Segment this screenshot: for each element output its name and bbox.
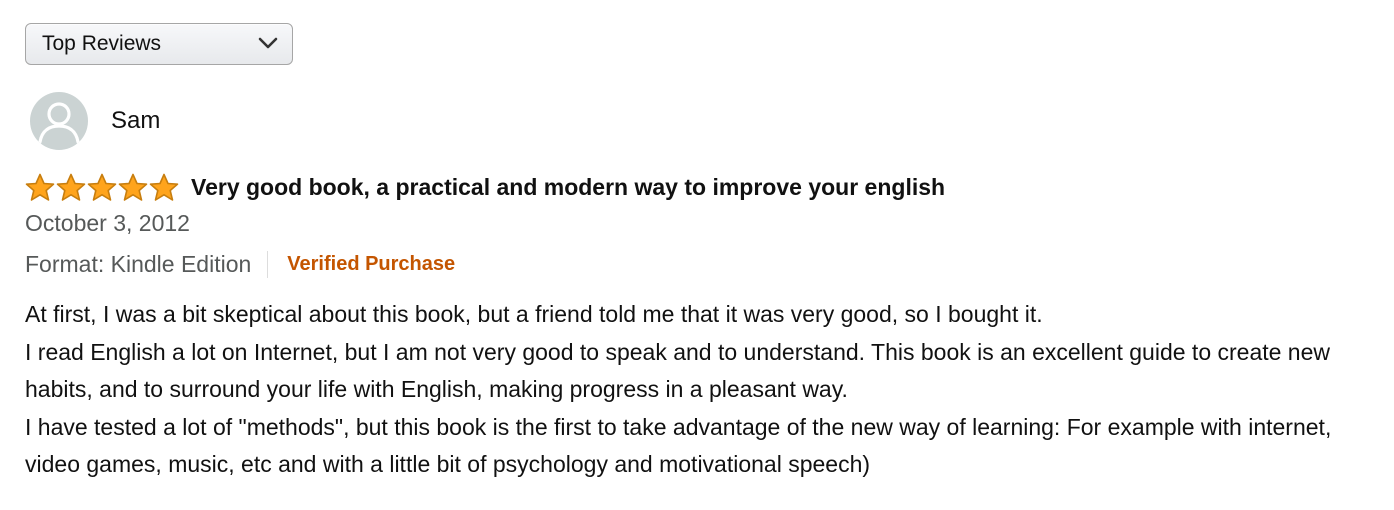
review-paragraph: I have tested a lot of "methods", but th… — [25, 413, 1332, 478]
star-filled-icon — [149, 173, 179, 201]
avatar[interactable] — [30, 92, 88, 150]
review-body: At first, I was a bit skeptical about th… — [25, 296, 1370, 484]
chevron-down-icon — [258, 37, 278, 49]
star-filled-icon — [87, 173, 117, 201]
sort-dropdown[interactable]: Top Reviews — [25, 23, 293, 65]
reviewer-name[interactable]: Sam — [111, 107, 160, 135]
star-filled-icon — [118, 173, 148, 201]
verified-purchase-badge: Verified Purchase — [287, 252, 456, 275]
star-rating[interactable] — [25, 173, 179, 202]
star-filled-icon — [56, 173, 86, 201]
review-paragraph: At first, I was a bit skeptical about th… — [25, 301, 1043, 327]
sort-dropdown-label: Top Reviews — [42, 32, 162, 55]
review-header: Very good book, a practical and modern w… — [25, 171, 945, 203]
user-silhouette-icon — [38, 102, 80, 144]
review-paragraph: I read English a lot on Internet, but I … — [25, 338, 1331, 403]
review-title[interactable]: Very good book, a practical and modern w… — [191, 174, 945, 201]
review-meta: Format: Kindle Edition Verified Purchase — [25, 249, 455, 279]
reviewer-profile[interactable]: Sam — [30, 92, 160, 150]
star-filled-icon — [25, 173, 55, 201]
format-link[interactable]: Format: Kindle Edition — [25, 250, 269, 278]
review-date: October 3, 2012 — [25, 210, 190, 236]
